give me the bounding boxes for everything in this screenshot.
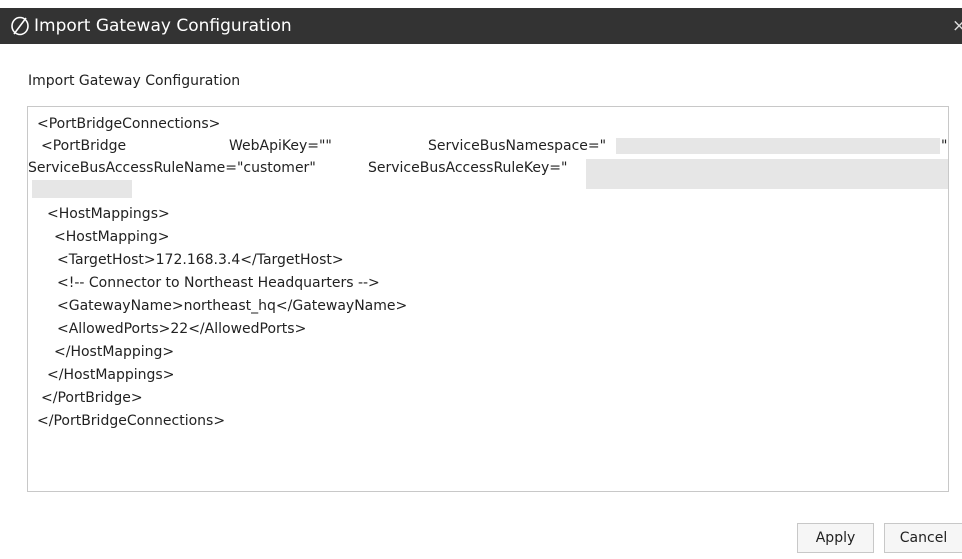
code-line: </PortBridgeConnections> bbox=[37, 413, 226, 429]
dialog-titlebar: Import Gateway Configuration × bbox=[0, 8, 962, 44]
config-textarea[interactable]: <PortBridgeConnections> <PortBridge WebA… bbox=[27, 106, 949, 492]
code-line: ServiceBusAccessRuleName="customer" bbox=[28, 160, 316, 176]
code-line: <GatewayName>northeast_hq</GatewayName> bbox=[57, 298, 408, 314]
code-line: </HostMappings> bbox=[47, 367, 175, 383]
section-label: Import Gateway Configuration bbox=[28, 73, 241, 89]
redacted-value bbox=[32, 180, 132, 198]
oracle-logo-icon bbox=[11, 16, 29, 36]
redacted-value bbox=[586, 159, 948, 189]
code-line: ServiceBusNamespace=" bbox=[428, 138, 607, 154]
code-line: </PortBridge> bbox=[41, 390, 143, 406]
code-line: <AllowedPorts>22</AllowedPorts> bbox=[57, 321, 307, 337]
code-line: <PortBridgeConnections> bbox=[37, 116, 221, 132]
dialog-title: Import Gateway Configuration bbox=[34, 16, 292, 36]
code-line: <HostMappings> bbox=[47, 206, 170, 222]
code-line: <PortBridge bbox=[41, 138, 127, 154]
code-line: <HostMapping> bbox=[54, 229, 170, 245]
code-line: ServiceBusAccessRuleKey=" bbox=[368, 160, 568, 176]
code-line: <!-- Connector to Northeast Headquarters… bbox=[57, 275, 380, 291]
code-line: <TargetHost>172.168.3.4</TargetHost> bbox=[57, 252, 344, 268]
apply-button[interactable]: Apply bbox=[797, 523, 874, 553]
cancel-button[interactable]: Cancel bbox=[884, 523, 962, 553]
close-icon[interactable]: × bbox=[952, 15, 962, 37]
code-line: " bbox=[941, 138, 948, 154]
code-line: WebApiKey="" bbox=[229, 138, 332, 154]
code-line: </HostMapping> bbox=[54, 344, 175, 360]
redacted-value bbox=[616, 138, 940, 154]
